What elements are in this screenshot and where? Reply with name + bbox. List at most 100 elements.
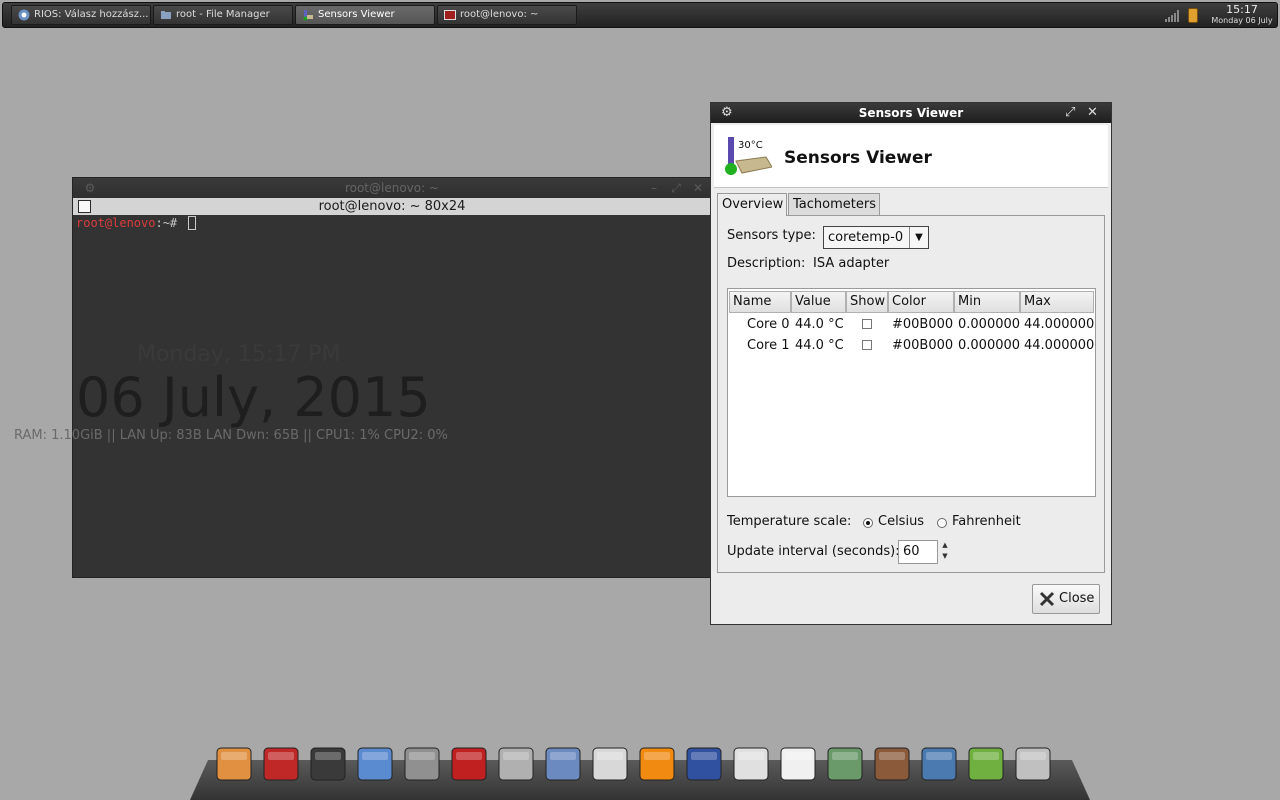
chromium-icon — [18, 9, 30, 21]
temperature-scale-label: Temperature scale: — [727, 514, 852, 529]
chevron-down-icon: ▼ — [909, 227, 928, 248]
devices-icon[interactable] — [402, 744, 442, 784]
sensors-viewer-header: 30°C Sensors Viewer — [714, 125, 1108, 188]
terminal-prompt[interactable]: root@lenovo:~# — [76, 216, 197, 230]
column-label: Color — [892, 294, 926, 309]
column-header-max[interactable]: Max — [1020, 291, 1094, 313]
sensor-table[interactable]: Name Value Show Color Min Max Core 0 44.… — [727, 288, 1096, 497]
package-icon[interactable] — [778, 744, 818, 784]
terminal-icon — [444, 10, 456, 20]
conky-date: 06 July, 2015 — [76, 366, 431, 429]
fahrenheit-radio[interactable] — [937, 518, 947, 528]
celsius-label[interactable]: Celsius — [878, 514, 924, 529]
sensor-color: #00B000 — [892, 317, 954, 332]
show-checkbox[interactable] — [862, 319, 872, 329]
library-icon[interactable] — [872, 744, 912, 784]
signal-icon[interactable] — [1165, 10, 1179, 22]
update-interval-label: Update interval (seconds): — [727, 544, 900, 559]
tab-overview[interactable]: Overview — [717, 193, 787, 216]
column-label: Max — [1024, 294, 1051, 309]
sensors-type-select[interactable]: coretemp-0 ▼ — [823, 226, 929, 249]
spin-up-icon[interactable]: ▲ — [939, 540, 951, 551]
window-menu-icon[interactable]: ⚙ — [83, 181, 97, 195]
sensor-max: 44.000000 — [1024, 338, 1095, 353]
taskbar-item-label: root - File Manager — [176, 9, 270, 20]
tab-tachometers[interactable]: Tachometers — [788, 193, 880, 215]
celsius-radio[interactable] — [863, 518, 873, 528]
interval-spin-buttons[interactable]: ▲ ▼ — [939, 540, 951, 564]
column-label: Show — [850, 294, 886, 309]
column-header-value[interactable]: Value — [791, 291, 846, 313]
taskbar-item-file-manager[interactable]: root - File Manager — [153, 5, 293, 25]
column-header-name[interactable]: Name — [729, 291, 791, 313]
vlc-icon[interactable] — [637, 744, 677, 784]
filezilla-icon[interactable] — [449, 744, 489, 784]
anchor-icon[interactable] — [214, 744, 254, 784]
terminal-menu-icon[interactable] — [78, 200, 91, 213]
column-header-show[interactable]: Show — [846, 291, 888, 313]
sensors-viewer-window[interactable]: ⚙ Sensors Viewer ⤢ ✕ 30°C Sensors Viewer… — [710, 102, 1112, 625]
clock-time[interactable]: 15:17 — [1208, 4, 1276, 16]
table-row[interactable]: Core 1 44.0 °C #00B000 0.000000 44.00000… — [728, 335, 1095, 356]
window-title: Sensors Viewer — [858, 106, 964, 120]
maximize-icon[interactable]: ⤢ — [1065, 103, 1075, 123]
battery-icon[interactable] — [1188, 8, 1198, 23]
window-menu-icon[interactable]: ⚙ — [721, 103, 733, 123]
minimize-icon[interactable]: – — [647, 181, 661, 195]
spin-down-icon[interactable]: ▼ — [939, 551, 951, 562]
conky-day-time: Monday, 15:17 PM — [137, 342, 341, 367]
sensors-icon — [303, 10, 313, 21]
screenshot-icon[interactable] — [496, 744, 536, 784]
task-manager-icon[interactable] — [261, 744, 301, 784]
taskbar-item-terminal[interactable]: root@lenovo: ~ — [437, 5, 577, 25]
sensor-name: Core 0 — [747, 317, 790, 332]
prompt-path: :~# — [155, 216, 185, 230]
network-tools-icon[interactable] — [825, 744, 865, 784]
sensors-viewer-titlebar[interactable]: ⚙ Sensors Viewer ⤢ ✕ — [711, 103, 1111, 123]
terminal-cursor — [188, 216, 197, 230]
description-label: Description: — [727, 256, 806, 271]
icon-temp-label: 30°C — [738, 140, 763, 151]
disk-icon[interactable] — [731, 744, 771, 784]
column-label: Min — [958, 294, 982, 309]
terminal-size-title: root@lenovo: ~ 80x24 — [318, 199, 466, 214]
terminal-title: root@lenovo: ~ — [344, 181, 440, 195]
trash-icon[interactable] — [1013, 744, 1053, 784]
close-button[interactable]: Close — [1032, 584, 1100, 614]
conky-stats: RAM: 1.10GiB || LAN Up: 83B LAN Dwn: 65B… — [14, 428, 448, 443]
maximize-icon[interactable]: ⤢ — [669, 181, 683, 195]
table-row[interactable]: Core 0 44.0 °C #00B000 0.000000 44.00000… — [728, 314, 1095, 335]
terminal-menubar: root@lenovo: ~ 80x24 — [73, 198, 711, 215]
folder-icon — [161, 11, 171, 19]
terminal-icon[interactable] — [308, 744, 348, 784]
taskbar-item-browser[interactable]: RIOS: Válasz hozzász... — [11, 5, 151, 25]
update-interval-input[interactable]: 60 — [898, 540, 938, 564]
sensor-color: #00B000 — [892, 338, 954, 353]
text-editor-icon[interactable] — [966, 744, 1006, 784]
top-panel: RIOS: Válasz hozzász... root - File Mana… — [2, 2, 1278, 28]
sensor-value: 44.0 °C — [795, 338, 844, 353]
sensor-name: Core 1 — [747, 338, 790, 353]
sensors-type-label: Sensors type: — [727, 228, 816, 243]
close-icon[interactable]: ✕ — [691, 181, 705, 195]
search-icon[interactable] — [543, 744, 583, 784]
remote-desktop-icon[interactable] — [919, 744, 959, 784]
sensor-min: 0.000000 — [958, 317, 1021, 332]
prompt-user: root@lenovo — [76, 216, 156, 230]
terminal-titlebar[interactable]: ⚙ root@lenovo: ~ – ⤢ ✕ — [73, 178, 711, 198]
fahrenheit-label[interactable]: Fahrenheit — [952, 514, 1021, 529]
media-player-icon[interactable] — [684, 744, 724, 784]
chromium-icon[interactable] — [355, 744, 395, 784]
clock-date[interactable]: Monday 06 July — [1208, 16, 1276, 26]
overview-panel: Sensors type: coretemp-0 ▼ Description: … — [717, 215, 1105, 573]
show-checkbox[interactable] — [862, 340, 872, 350]
taskbar-item-label: Sensors Viewer — [318, 9, 395, 20]
install-icon[interactable] — [590, 744, 630, 784]
close-icon — [1039, 591, 1055, 607]
taskbar-item-sensors-viewer[interactable]: Sensors Viewer — [295, 5, 435, 25]
column-header-color[interactable]: Color — [888, 291, 954, 313]
column-label: Name — [733, 294, 772, 309]
column-header-min[interactable]: Min — [954, 291, 1020, 313]
close-icon[interactable]: ✕ — [1087, 103, 1098, 123]
taskbar-item-label: root@lenovo: ~ — [460, 9, 539, 20]
